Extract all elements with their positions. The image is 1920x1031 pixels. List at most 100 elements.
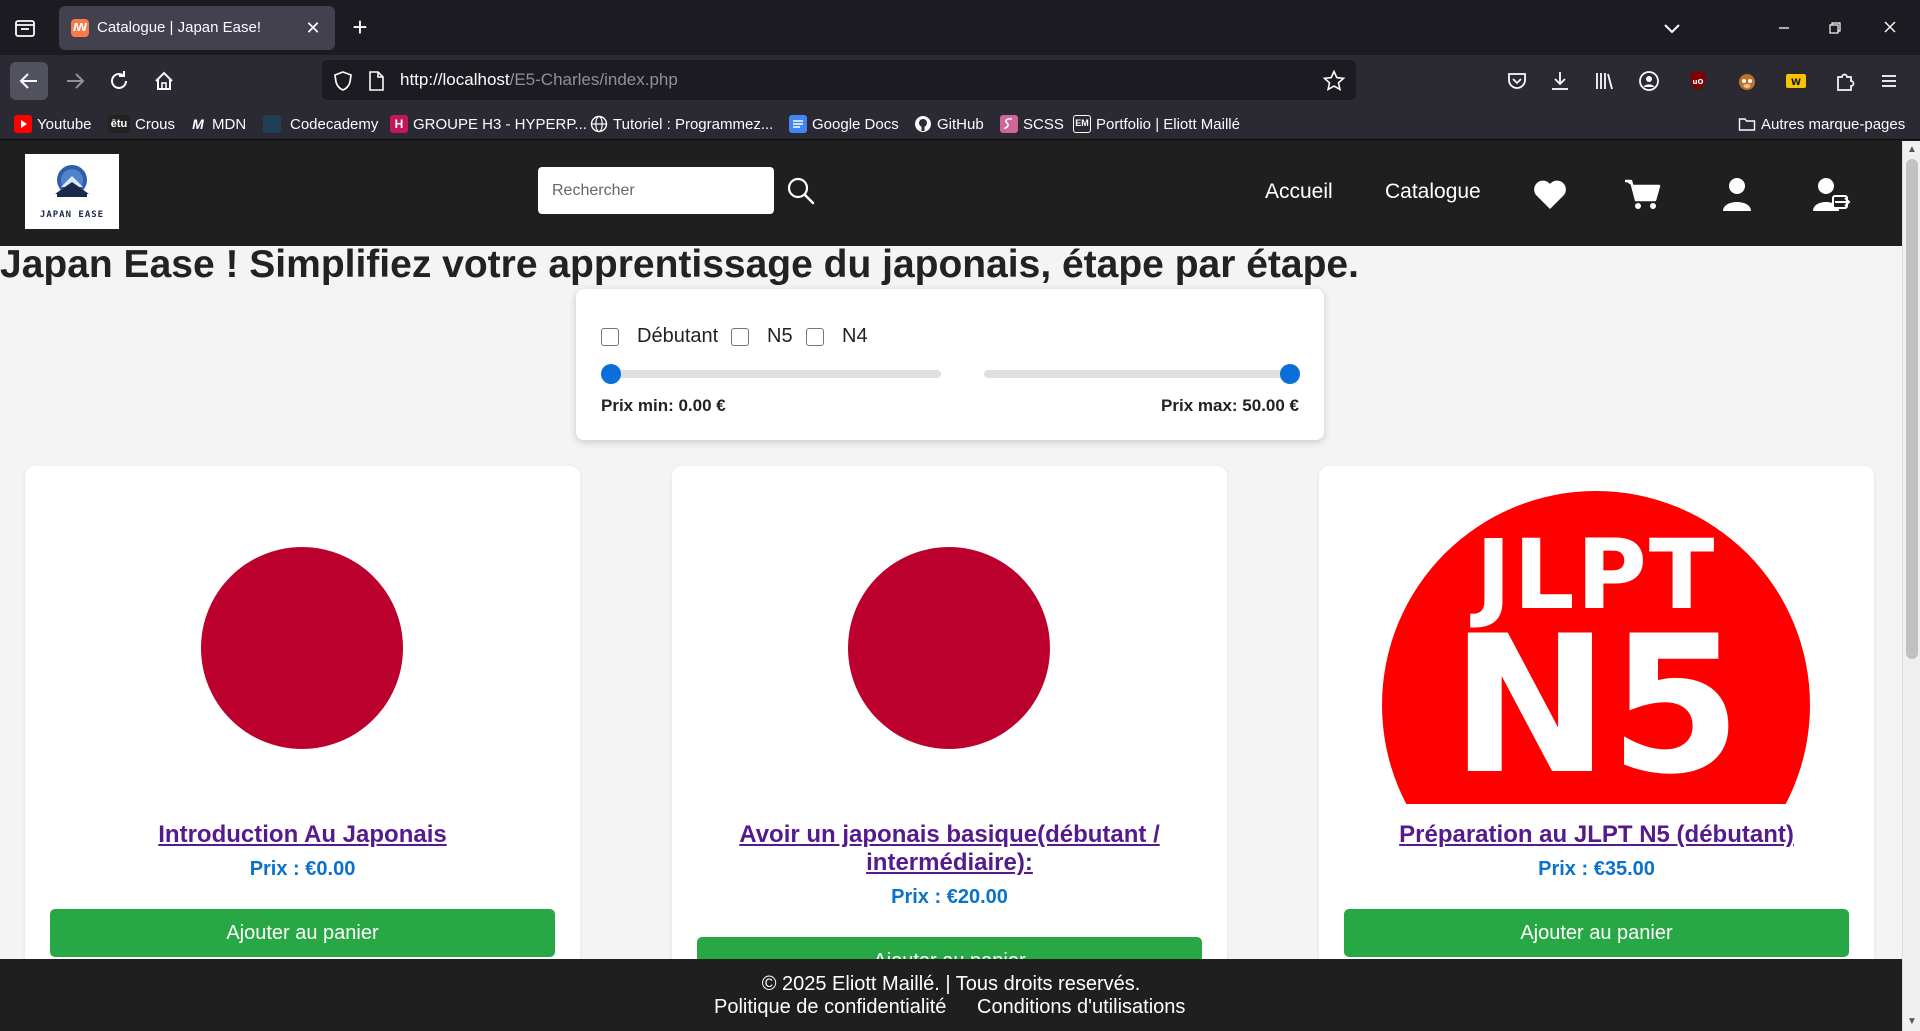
folder-icon [1738, 115, 1756, 133]
chevron-down-icon[interactable] [1660, 16, 1684, 40]
page-info-icon[interactable] [366, 70, 386, 92]
bookmark-star-icon[interactable] [1322, 69, 1346, 93]
tracking-shield-icon[interactable] [332, 70, 354, 92]
account-icon[interactable] [1635, 67, 1663, 95]
price-max-slider[interactable] [984, 364, 1300, 384]
product-card: Avoir un japonais basique(débutant / int… [672, 466, 1227, 986]
bookmark-scss[interactable]: SCSS [1000, 113, 1064, 135]
logout-icon[interactable] [1811, 176, 1851, 212]
bookmark-label: Crous [135, 115, 176, 133]
checkbox-label-n4: N4 [842, 325, 868, 347]
price-min-slider-handle[interactable] [601, 364, 621, 384]
cart-icon[interactable] [1623, 176, 1663, 212]
japan-ease-logo[interactable]: JAPAN EASE [25, 154, 119, 229]
add-to-cart-button[interactable]: Ajouter au panier [50, 909, 555, 957]
reload-icon[interactable] [100, 62, 138, 100]
bookmark-google-docs[interactable]: Google Docs [789, 113, 899, 135]
tab-close-icon[interactable]: ✕ [301, 16, 325, 40]
tab-title: Catalogue | Japan Ease! [97, 19, 262, 36]
bookmark-label: Tutoriel : Programmez... [613, 115, 774, 133]
nav-catalogue[interactable]: Catalogue [1385, 180, 1481, 204]
scroll-up-arrow-icon[interactable]: ▲ [1907, 145, 1917, 155]
xampp-favicon-icon: ꟿ [71, 19, 89, 37]
tampermonkey-extension-icon[interactable] [1733, 67, 1761, 95]
hyperplanning-icon: H [390, 115, 408, 133]
other-bookmarks-folder[interactable]: Autres marque-pages [1738, 113, 1905, 135]
checkbox-n4[interactable] [806, 328, 824, 346]
bookmark-youtube[interactable]: Youtube [14, 113, 92, 135]
hamburger-menu-icon[interactable] [1875, 67, 1903, 95]
bookmark-tutoriel[interactable]: Tutoriel : Programmez... [590, 113, 773, 135]
bookmark-label: GROUPE H3 - HYPERP... [413, 115, 587, 133]
heart-icon[interactable] [1530, 176, 1570, 212]
back-arrow-icon[interactable] [10, 62, 48, 100]
ublock-extension-icon[interactable]: uO [1684, 67, 1712, 95]
bookmark-crous[interactable]: ētu Crous [108, 113, 175, 135]
japan-flag-image [735, 491, 1163, 804]
jlpt-n5-image: JLPT N5 [1382, 491, 1810, 804]
product-title-link[interactable]: Préparation au JLPT N5 (débutant) [1369, 821, 1824, 849]
checkbox-debutant[interactable] [601, 328, 619, 346]
downloads-icon[interactable] [1546, 67, 1574, 95]
scroll-down-arrow-icon[interactable]: ▼ [1907, 1017, 1917, 1027]
library-icon[interactable] [1590, 67, 1618, 95]
browser-tab-active[interactable]: ꟿ Catalogue | Japan Ease! ✕ [59, 6, 335, 50]
window-restore-icon[interactable] [1813, 10, 1857, 46]
crous-icon: ētu [108, 115, 130, 133]
checkbox-n5[interactable] [731, 328, 749, 346]
bookmark-label: MDN [212, 115, 247, 133]
extensions-puzzle-icon[interactable] [1831, 67, 1859, 95]
codecademy-icon [263, 115, 281, 133]
wappalyzer-extension-icon[interactable]: W [1782, 67, 1810, 95]
price-min-label: Prix min: 0.00 € [601, 396, 726, 415]
nav-accueil[interactable]: Accueil [1265, 180, 1333, 204]
bookmark-label: GitHub [937, 115, 984, 133]
pocket-icon[interactable] [1503, 67, 1531, 95]
bookmark-portfolio[interactable]: EM Portfolio | Eliott Maillé [1073, 113, 1240, 135]
url-host: http://localhost [400, 70, 510, 89]
browser-tab-bar: ꟿ Catalogue | Japan Ease! ✕ + [0, 0, 1920, 55]
flag-red-circle [848, 546, 1050, 749]
window-minimize-icon[interactable] [1762, 10, 1806, 46]
tab-list-icon[interactable] [12, 15, 38, 41]
search-input[interactable] [538, 167, 774, 214]
bookmark-groupe-h3[interactable]: H GROUPE H3 - HYPERP... [390, 113, 587, 135]
google-docs-icon [789, 115, 807, 133]
bookmark-label: Codecademy [290, 115, 379, 133]
bookmark-label: Portfolio | Eliott Maillé [1096, 115, 1240, 133]
privacy-policy-link[interactable]: Politique de confidentialité [714, 996, 946, 1019]
forward-arrow-icon[interactable] [56, 62, 94, 100]
bookmark-mdn[interactable]: M MDN [189, 113, 246, 135]
new-tab-icon[interactable]: + [346, 14, 374, 42]
product-price: Prix : €20.00 [891, 886, 1008, 908]
url-path: /E5-Charles/index.php [509, 70, 678, 89]
site-header: JAPAN EASE Accueil Catalogue [0, 141, 1902, 246]
price-min-slider[interactable] [601, 364, 941, 384]
scrollbar-thumb[interactable] [1906, 159, 1918, 659]
bookmark-github[interactable]: GitHub [914, 113, 984, 135]
product-title-link[interactable]: Introduction Au Japonais [75, 821, 530, 849]
flag-red-circle [201, 546, 403, 749]
window-close-icon[interactable] [1868, 10, 1912, 46]
user-icon[interactable] [1717, 176, 1757, 212]
web-page: JAPAN EASE Accueil Catalogue Japan Ease … [0, 141, 1902, 1031]
product-card: Introduction Au Japonais Prix : €0.00 Aj… [25, 466, 580, 986]
bookmark-codecademy[interactable]: Codecademy [263, 113, 378, 135]
hero-title: Japan Ease ! Simplifiez votre apprentiss… [0, 243, 1359, 286]
terms-link[interactable]: Conditions d'utilisations [977, 996, 1185, 1019]
product-title-link[interactable]: Avoir un japonais basique(débutant / int… [722, 821, 1177, 877]
sass-icon [1000, 115, 1018, 133]
home-icon[interactable] [145, 62, 183, 100]
price-max-slider-handle[interactable] [1280, 364, 1300, 384]
footer-copyright: © 2025 Eliott Maillé. | Tous droits rese… [761, 973, 1141, 995]
add-to-cart-button[interactable]: Ajouter au panier [1344, 909, 1849, 957]
page-scrollbar[interactable]: ▲ ▼ [1902, 141, 1920, 1031]
github-icon [914, 115, 932, 133]
checkbox-label-n5: N5 [767, 325, 793, 347]
globe-icon [590, 115, 608, 133]
address-bar[interactable]: http://localhost/E5-Charles/index.php [322, 60, 1356, 100]
japan-flag-image [88, 491, 516, 804]
search-icon[interactable] [786, 176, 816, 206]
svg-text:uO: uO [1693, 78, 1704, 86]
product-card: JLPT N5 Préparation au JLPT N5 (débutant… [1319, 466, 1874, 986]
